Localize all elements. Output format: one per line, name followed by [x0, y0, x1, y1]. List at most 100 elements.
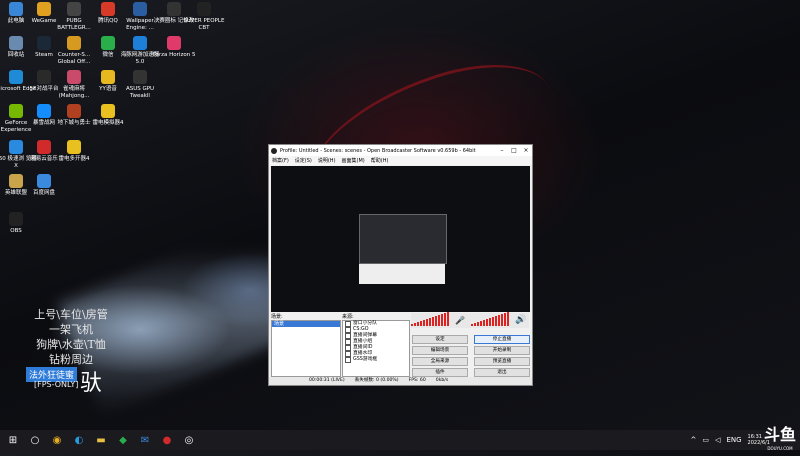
obs-controls: 设定 停止直播 编辑场景 开始录制 全局来源 预览直播 插件 退出: [412, 335, 530, 377]
obs-statusbar: 00:00:31 (LIVE) 丢失帧数: 0 (0.00%) FPS: 60 …: [269, 377, 532, 385]
netease-music-icon: [37, 140, 51, 154]
overlay-line: 一架飞机: [49, 323, 93, 336]
computer-icon: [9, 2, 23, 16]
recycle-bin-icon: [9, 36, 23, 50]
maximize-icon[interactable]: □: [508, 147, 520, 154]
settings-button[interactable]: 设定: [412, 335, 468, 344]
overlay-line: 钻粉周边: [49, 353, 93, 366]
menu-item[interactable]: 画面集(M): [342, 157, 365, 164]
ldplayer-icon: [101, 104, 115, 118]
battlenet-icon: [37, 104, 51, 118]
desktop-level-meter: [471, 312, 509, 326]
mail-icon[interactable]: ✉: [136, 432, 154, 448]
chrome-icon[interactable]: ◉: [48, 432, 66, 448]
desktop-icon-ldplayer[interactable]: 雷电模拟器4: [86, 104, 130, 127]
wallpaper-engine-icon: [133, 2, 147, 16]
asus-gpu-icon: [133, 70, 147, 84]
desktop-icon-baidu-netdisk[interactable]: 百度网盘: [22, 174, 66, 197]
wegame-icon: [37, 2, 51, 16]
bitrate-readout: 0kb/s: [435, 378, 449, 383]
source-item[interactable]: GSS游戏框: [343, 357, 409, 363]
overlay-line: 上号\车位\房管: [34, 308, 108, 321]
scenes-label: 场景:: [271, 314, 283, 320]
start-recording-button[interactable]: 开始录制: [474, 346, 530, 355]
wechat-icon: [101, 36, 115, 50]
volume-icon[interactable]: ◁: [715, 436, 720, 444]
window-title: Profile: Untitled - Scenes: scenes - Ope…: [280, 147, 476, 154]
sources-list[interactable]: 窗口小分队 CS:GO 直播间弹幕 直播小组 直播间ID 直播水印 GSS游戏框: [342, 320, 410, 377]
obs-menubar: 档案(F) 设定(S) 说明(H) 画面集(M) 帮助(H): [269, 156, 532, 165]
qq-icon: [101, 2, 115, 16]
desktop-icon-label: 百度网盘: [32, 190, 55, 196]
fps-label: [FPS-ONLY]: [34, 380, 79, 389]
lol-icon: [9, 174, 23, 188]
csgo-icon: [67, 36, 81, 50]
sources-label: 来源:: [342, 314, 354, 320]
ldmulti-icon: [67, 140, 81, 154]
dnf-icon: [67, 104, 81, 118]
5e-icon: [37, 70, 51, 84]
desktop-icon-label: Forza Horizon 5: [152, 52, 196, 58]
stream-time: 00:00:31 (LIVE): [309, 378, 345, 383]
dolphin-accelerator-icon: [133, 36, 147, 50]
taskbar: ⊞ ○ ◉ ◐ ▬ ◆ ✉ ● ◎ ^ ▭ ◁ ENG 16:31 2022/6…: [0, 430, 800, 450]
preview-nested-window: [359, 214, 447, 264]
language-indicator[interactable]: ENG: [726, 436, 741, 444]
chevron-up-icon[interactable]: ^: [691, 436, 697, 444]
desktop-icon-obs[interactable]: OBS: [0, 212, 38, 235]
fps-readout: FPS: 60: [408, 378, 426, 383]
preview-stream-button[interactable]: 预览直播: [474, 357, 530, 366]
dropped-frames: 丢失帧数: 0 (0.00%): [354, 378, 399, 383]
start-icon[interactable]: ⊞: [4, 432, 22, 448]
obs-icon: [9, 212, 23, 226]
edge-icon: [9, 70, 23, 84]
scene-item[interactable]: 场景: [272, 321, 340, 327]
obs-window[interactable]: Profile: Untitled - Scenes: scenes - Ope…: [268, 144, 533, 386]
obs-icon[interactable]: ◎: [180, 432, 198, 448]
desktop-icon-ldmulti[interactable]: 雷电多开器4: [52, 140, 96, 163]
mahjong-icon: [67, 70, 81, 84]
exit-button[interactable]: 退出: [474, 368, 530, 377]
menu-item[interactable]: 设定(S): [295, 157, 312, 164]
desktop-icon-forza[interactable]: Forza Horizon 5: [152, 36, 196, 59]
baidu-netdisk-icon: [37, 174, 51, 188]
desktop-icon-label: ASUS GPU Tweakll: [125, 86, 155, 99]
minimize-icon[interactable]: –: [496, 147, 508, 154]
checkbox[interactable]: [345, 357, 351, 363]
network-icon[interactable]: ▭: [702, 436, 709, 444]
super-people-icon: [197, 2, 211, 16]
plugins-button[interactable]: 插件: [412, 368, 468, 377]
close-icon[interactable]: ×: [520, 147, 532, 154]
menu-item[interactable]: 帮助(H): [371, 157, 389, 164]
desktop-icon-super-people[interactable]: SUPER PEOPLE CBT: [182, 2, 226, 31]
overlay-line: 狗牌\水壶\T恤: [36, 338, 106, 351]
mic-level-meter: [411, 312, 449, 326]
wechat-icon[interactable]: ◆: [114, 432, 132, 448]
steam-icon: [37, 36, 51, 50]
global-sources-button[interactable]: 全局来源: [412, 357, 468, 366]
edit-scene-button[interactable]: 编辑场景: [412, 346, 468, 355]
search-icon[interactable]: ○: [26, 432, 44, 448]
explorer-icon[interactable]: ▬: [92, 432, 110, 448]
desktop-icon-label: 雷电模拟器4: [92, 120, 124, 126]
overlay-big-char: 驮: [80, 371, 103, 396]
stop-stream-button[interactable]: 停止直播: [474, 335, 530, 344]
obs-titlebar[interactable]: Profile: Untitled - Scenes: scenes - Ope…: [269, 145, 532, 156]
menu-item[interactable]: 档案(F): [272, 157, 289, 164]
pubg-icon: [67, 2, 81, 16]
speaker-icon[interactable]: 🔊: [515, 315, 526, 325]
stream-overlay-text: 上号\车位\房管 一架飞机 狗牌\水壶\T恤 钻粉周边: [26, 307, 116, 367]
mic-icon[interactable]: 🎤: [455, 316, 465, 325]
netease-icon[interactable]: ●: [158, 432, 176, 448]
geforce-icon: [9, 104, 23, 118]
desktop-icon-label: SUPER PEOPLE CBT: [183, 18, 225, 31]
desktop-icon-asus-gpu[interactable]: ASUS GPU Tweakll: [118, 70, 162, 99]
menu-item[interactable]: 说明(H): [318, 157, 336, 164]
yy-icon: [101, 70, 115, 84]
scenes-list[interactable]: 场景: [271, 320, 341, 377]
system-tray: ^ ▭ ◁ ENG 16:31 2022/6/1: [691, 430, 770, 450]
edge-icon[interactable]: ◐: [70, 432, 88, 448]
douyu-watermark: 斗鱼 DOUYU.COM: [764, 427, 796, 456]
marker-icon: [167, 2, 181, 16]
360-browser-icon: [9, 140, 23, 154]
